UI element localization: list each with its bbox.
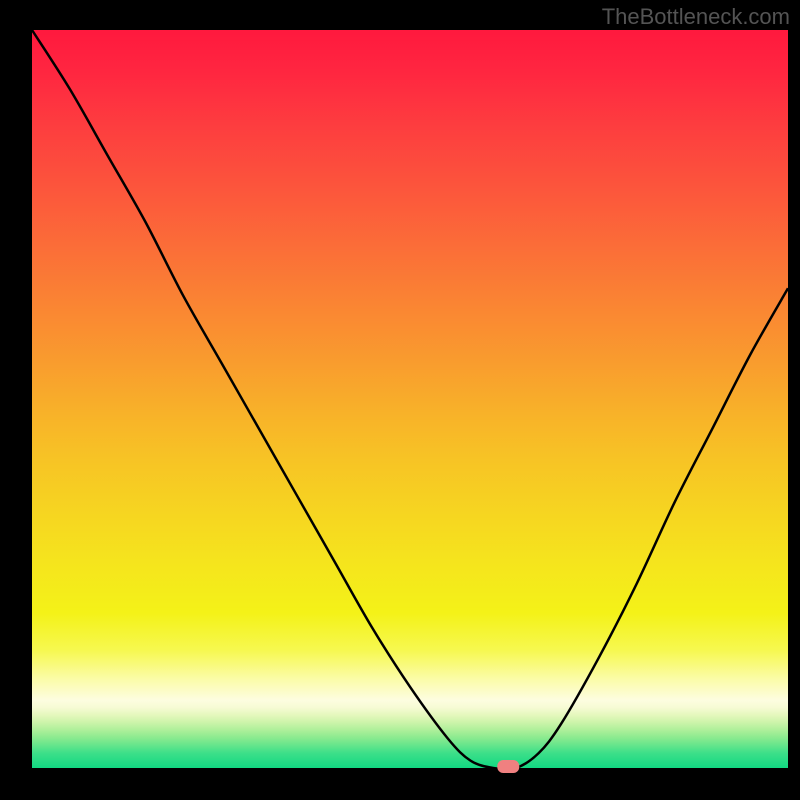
bottleneck-chart	[0, 0, 800, 800]
optimal-marker	[497, 760, 519, 773]
watermark-text: TheBottleneck.com	[602, 4, 790, 30]
plot-background	[32, 30, 788, 768]
chart-frame: TheBottleneck.com	[0, 0, 800, 800]
